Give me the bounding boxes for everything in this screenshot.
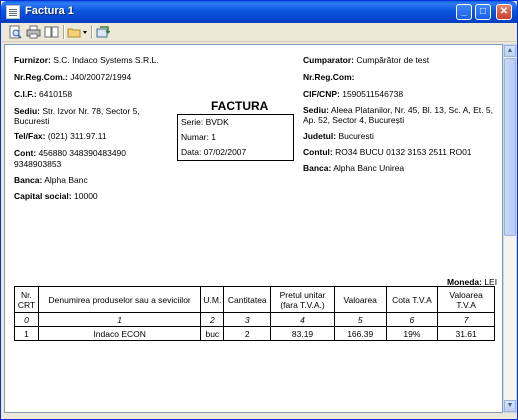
open-folder-icon[interactable] bbox=[67, 25, 82, 39]
table-header-row: Nr. CRT Denumirea produselor sau a sevic… bbox=[14, 286, 495, 313]
cell-nr: 1 bbox=[14, 326, 39, 341]
invoice-date: Data: 07/02/2007 bbox=[181, 147, 247, 157]
export-icon[interactable] bbox=[95, 25, 110, 39]
buyer-nrreg: Nr.Reg.Com: bbox=[303, 72, 355, 82]
seller-sediu-line2: Bucuresti bbox=[14, 116, 50, 126]
cell-cantitate: 2 bbox=[223, 326, 272, 341]
chevron-down-icon[interactable] bbox=[82, 25, 88, 39]
col-cantitate: Cantitatea bbox=[223, 286, 272, 313]
index-cell: 2 bbox=[200, 312, 225, 327]
invoice-serie: Serie: BVDK bbox=[181, 117, 229, 127]
vertical-scrollbar[interactable]: ▲ ▼ bbox=[503, 44, 517, 413]
buyer-sediu: Sediu: Aleea Platanilor, Nr. 45, Bl. 13,… bbox=[303, 105, 493, 115]
invoice-numar: Numar: 1 bbox=[181, 132, 216, 142]
maximize-button[interactable]: □ bbox=[475, 4, 491, 20]
table-index-row: 0 1 2 3 4 5 6 7 bbox=[14, 312, 495, 327]
col-denumire: Denumirea produselor sau a seviciilor bbox=[37, 286, 202, 313]
print-preview-icon[interactable] bbox=[8, 25, 23, 39]
seller-furnizor: Furnizor: S.C. Indaco Systems S.R.L. bbox=[14, 55, 159, 65]
col-cota-tva: Cota T.V.A bbox=[385, 286, 439, 313]
window-title: Factura 1 bbox=[25, 5, 74, 17]
seller-nrreg: Nr.Reg.Com.: J40/20072/1994 bbox=[14, 72, 132, 82]
toolbar bbox=[2, 23, 516, 42]
toolbar-separator bbox=[91, 25, 92, 39]
seller-cont-line2: 9348903853 bbox=[14, 159, 62, 169]
cell-denumire: Indaco ECON bbox=[37, 326, 202, 341]
index-cell: 7 bbox=[437, 312, 495, 327]
document-icon bbox=[6, 5, 20, 19]
seller-cont: Cont: 456880 348390483490 bbox=[14, 148, 127, 158]
invoice-items-table: Nr. CRT Denumirea produselor sau a sevic… bbox=[14, 286, 495, 341]
seller-banca: Banca: Alpha Banc bbox=[14, 175, 88, 185]
seller-sediu: Sediu: Str. Izvor Nr. 78, Sector 5, bbox=[14, 106, 140, 116]
cell-pret: 83.19 bbox=[270, 326, 335, 341]
index-cell: 6 bbox=[385, 312, 439, 327]
index-cell: 4 bbox=[270, 312, 335, 327]
cell-valoarea: 166.39 bbox=[333, 326, 387, 341]
cell-cota: 19% bbox=[385, 326, 439, 341]
scroll-up-button[interactable]: ▲ bbox=[504, 45, 516, 57]
buyer-cifcnp: CIF/CNP: 1590511546738 bbox=[303, 89, 404, 99]
close-button[interactable]: ✕ bbox=[496, 4, 512, 20]
document-preview-area[interactable]: Furnizor: S.C. Indaco Systems S.R.L. Nr.… bbox=[4, 44, 503, 413]
buyer-cumparator: Cumparator: Cumpărător de test bbox=[303, 55, 430, 65]
buyer-judet: Judetul: Bucuresti bbox=[303, 131, 374, 141]
col-um: U.M. bbox=[200, 286, 225, 313]
table-row: 1 Indaco ECON buc 2 83.19 166.39 19% 31.… bbox=[14, 326, 495, 341]
col-valoarea: Valoarea bbox=[333, 286, 387, 313]
col-nr-crt: Nr. CRT bbox=[14, 286, 39, 313]
toolbar-separator bbox=[63, 25, 64, 39]
seller-cif: C.I.F.: 6410158 bbox=[14, 89, 73, 99]
col-valoare-tva: Valoarea T.V.A bbox=[437, 286, 495, 313]
title-bar[interactable]: Factura 1 _ □ ✕ bbox=[1, 1, 517, 23]
invoice-number-box: Serie: BVDK Numar: 1 Data: 07/02/2007 bbox=[177, 114, 294, 161]
seller-telfax: Tel/Fax: (021) 311.97.11 bbox=[14, 131, 107, 141]
invoice-preview-window: Factura 1 _ □ ✕ Furnizor: S.C. Indaco Sy… bbox=[0, 0, 518, 420]
index-cell: 5 bbox=[333, 312, 387, 327]
scroll-thumb[interactable] bbox=[504, 58, 516, 236]
invoice-title: FACTURA bbox=[211, 99, 269, 113]
index-cell: 1 bbox=[37, 312, 202, 327]
two-page-icon[interactable] bbox=[44, 25, 59, 39]
buyer-sediu-line2: Ap. 52, Sector 4, București bbox=[303, 115, 405, 125]
cell-um: buc bbox=[200, 326, 225, 341]
scroll-down-button[interactable]: ▼ bbox=[504, 400, 516, 412]
index-cell: 0 bbox=[14, 312, 39, 327]
invoice-page: Furnizor: S.C. Indaco Systems S.R.L. Nr.… bbox=[14, 53, 497, 414]
buyer-contul: Contul: RO34 BUCU 0132 3153 2511 RO01 bbox=[303, 147, 472, 157]
buyer-banca: Banca: Alpha Banc Unirea bbox=[303, 163, 405, 173]
seller-capital: Capital social: 10000 bbox=[14, 191, 98, 201]
minimize-button[interactable]: _ bbox=[456, 4, 472, 20]
print-icon[interactable] bbox=[26, 25, 41, 39]
index-cell: 3 bbox=[223, 312, 272, 327]
col-pret-unitar: Pretul unitar (fara T.V.A.) bbox=[270, 286, 335, 313]
cell-valoare-tva: 31.61 bbox=[437, 326, 495, 341]
